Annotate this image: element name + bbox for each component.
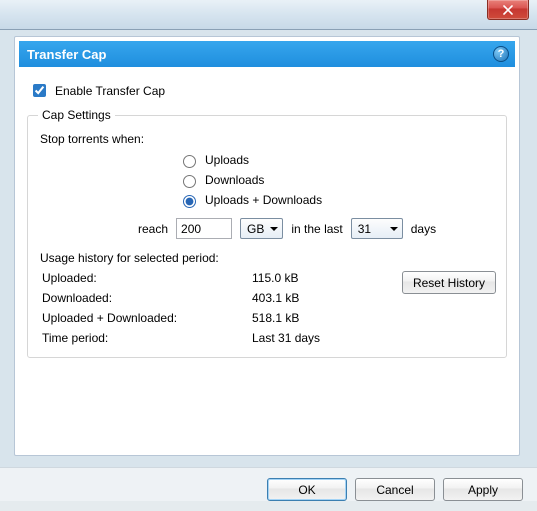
preferences-window: Transfer Cap ? Enable Transfer Cap Cap S… <box>0 0 537 511</box>
stop-condition-radios: Uploads Downloads Uploads + Downloads <box>178 152 496 208</box>
usage-key: Downloaded: <box>42 291 252 305</box>
background-statusbar <box>0 501 537 511</box>
radio-downloads-input[interactable] <box>183 175 196 188</box>
window-close-button[interactable] <box>487 0 529 20</box>
window-titlebar <box>0 0 537 30</box>
in-last-label: in the last <box>291 222 342 236</box>
usage-val: 115.0 kB <box>252 271 372 285</box>
cancel-button[interactable]: Cancel <box>355 478 435 501</box>
usage-grid: Uploaded: 115.0 kB Downloaded: 403.1 kB … <box>42 271 372 345</box>
radio-downloads[interactable]: Downloads <box>178 172 496 188</box>
reach-unit-select[interactable]: GB <box>240 218 283 239</box>
ok-button[interactable]: OK <box>267 478 347 501</box>
usage-key: Uploaded + Downloaded: <box>42 311 252 325</box>
usage-history-label: Usage history for selected period: <box>40 251 496 265</box>
radio-uploads-input[interactable] <box>183 155 196 168</box>
section-title: Transfer Cap <box>27 47 106 62</box>
usage-val: 403.1 kB <box>252 291 372 305</box>
help-icon[interactable]: ? <box>493 46 509 62</box>
section-content: Enable Transfer Cap Cap Settings Stop to… <box>15 67 519 366</box>
enable-transfer-cap-row[interactable]: Enable Transfer Cap <box>29 81 507 100</box>
apply-button[interactable]: Apply <box>443 478 523 501</box>
enable-transfer-cap-checkbox[interactable] <box>33 84 46 97</box>
enable-transfer-cap-label: Enable Transfer Cap <box>55 84 165 98</box>
usage-val: Last 31 days <box>252 331 372 345</box>
close-icon <box>503 5 513 15</box>
reach-row: reach GB in the last 31 days <box>138 218 496 239</box>
radio-uploads-label: Uploads <box>205 153 249 167</box>
usage-val: 518.1 kB <box>252 311 372 325</box>
usage-key: Uploaded: <box>42 271 252 285</box>
reach-label: reach <box>138 222 168 236</box>
period-value: 31 <box>358 222 371 236</box>
usage-key: Time period: <box>42 331 252 345</box>
usage-area: Uploaded: 115.0 kB Downloaded: 403.1 kB … <box>42 271 496 345</box>
radio-uploads[interactable]: Uploads <box>178 152 496 168</box>
radio-both[interactable]: Uploads + Downloads <box>178 192 496 208</box>
cap-settings-group: Cap Settings Stop torrents when: Uploads… <box>27 108 507 358</box>
chevron-down-icon <box>390 227 398 231</box>
radio-both-label: Uploads + Downloads <box>205 193 322 207</box>
reach-unit-value: GB <box>247 222 264 236</box>
period-select[interactable]: 31 <box>351 218 403 239</box>
days-label: days <box>411 222 436 236</box>
cap-settings-legend: Cap Settings <box>38 108 115 122</box>
radio-downloads-label: Downloads <box>205 173 264 187</box>
reset-history-button[interactable]: Reset History <box>402 271 496 294</box>
chevron-down-icon <box>270 227 278 231</box>
radio-both-input[interactable] <box>183 195 196 208</box>
dialog-panel: Transfer Cap ? Enable Transfer Cap Cap S… <box>14 36 520 456</box>
reach-value-input[interactable] <box>176 218 232 239</box>
stop-torrents-label: Stop torrents when: <box>40 132 496 146</box>
section-header: Transfer Cap ? <box>19 41 515 67</box>
